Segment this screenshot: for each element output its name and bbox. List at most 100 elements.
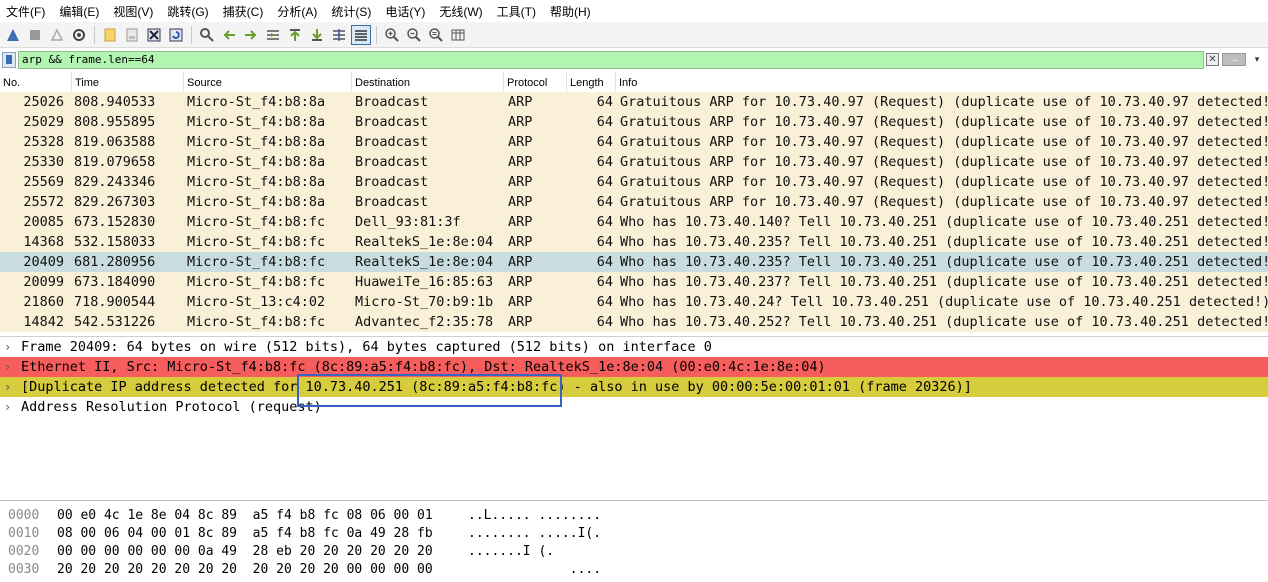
detail-tree-item[interactable]: › Ethernet II, Src: Micro-St_f4:b8:fc (8c… — [0, 357, 1268, 377]
hex-ascii[interactable]: ........ .....I(. — [468, 525, 601, 543]
menu-telephony[interactable]: 电话(Y) — [379, 3, 433, 20]
column-header-source[interactable]: Source — [184, 72, 352, 92]
packet-protocol: ARP — [508, 114, 533, 130]
packet-time: 673.184090 — [74, 274, 156, 290]
menu-statistics[interactable]: 统计(S) — [325, 3, 379, 20]
hex-bytes[interactable]: 20 20 20 20 20 20 20 20 20 20 20 20 00 0… — [57, 561, 433, 579]
packet-row[interactable]: 20085 673.152830 Micro-St_f4:b8:fc Dell_93:… — [0, 212, 1268, 232]
menu-edit[interactable]: 编辑(E) — [53, 3, 107, 20]
go-back-icon[interactable] — [219, 25, 239, 45]
column-header-info[interactable]: Info — [616, 72, 1268, 92]
packet-protocol: ARP — [508, 194, 533, 210]
menu-file[interactable]: 文件(F) — [0, 3, 53, 20]
hex-ascii[interactable]: .......I (. — [468, 543, 601, 561]
packet-length: 64 — [596, 174, 613, 190]
expand-arrow-icon[interactable]: › — [4, 357, 11, 377]
bookmark-icon[interactable] — [2, 52, 16, 68]
packet-row[interactable]: 20099 673.184090 Micro-St_f4:b8:fc HuaweiTe… — [0, 272, 1268, 292]
packet-row[interactable]: 25330 819.079658 Micro-St_f4:b8:8a Broadcas… — [0, 152, 1268, 172]
stop-capture-icon[interactable] — [25, 25, 45, 45]
menu-wireless[interactable]: 无线(W) — [433, 3, 490, 20]
packet-source: Micro-St_f4:b8:fc — [187, 214, 326, 230]
go-first-icon[interactable] — [285, 25, 305, 45]
column-header-destination[interactable]: Destination — [352, 72, 504, 92]
detail-tree-item[interactable]: › Address Resolution Protocol (request) — [0, 397, 1268, 417]
go-forward-icon[interactable] — [241, 25, 261, 45]
save-file-icon[interactable] — [122, 25, 142, 45]
column-header-no[interactable]: No. — [0, 72, 72, 92]
close-file-icon[interactable] — [144, 25, 164, 45]
menu-tools[interactable]: 工具(T) — [491, 3, 544, 20]
menu-help[interactable]: 帮助(H) — [544, 3, 599, 20]
capture-options-icon[interactable] — [69, 25, 89, 45]
display-filter-bar: arp && frame.len==64 ✕ → ▾ — [0, 50, 1268, 70]
filter-history-dropdown-icon[interactable]: ▾ — [1250, 53, 1264, 66]
packet-row[interactable]: 25328 819.063588 Micro-St_f4:b8:8a Broadcas… — [0, 132, 1268, 152]
colorize-icon[interactable] — [351, 24, 371, 45]
packet-destination: RealtekS_1e:8e:04 — [355, 234, 494, 250]
packet-length: 64 — [596, 94, 613, 110]
packet-number: 14368 — [23, 234, 64, 250]
packet-time: 808.955895 — [74, 114, 156, 130]
column-header-length[interactable]: Length — [567, 72, 616, 92]
packet-time: 718.900544 — [74, 294, 156, 310]
zoom-in-icon[interactable] — [382, 25, 402, 45]
packet-number: 25572 — [23, 194, 64, 210]
packet-length: 64 — [596, 214, 613, 230]
detail-tree-item[interactable]: › [Duplicate IP address detected for 10.7… — [0, 377, 1268, 397]
packet-time: 819.079658 — [74, 154, 156, 170]
packet-row[interactable]: 14368 532.158033 Micro-St_f4:b8:fc RealtekS… — [0, 232, 1268, 252]
packet-bytes-pane: 0000 00 e0 4c 1e 8e 04 8c 89 a5 f4 b8 fc … — [0, 500, 1268, 582]
packet-row[interactable]: 25569 829.243346 Micro-St_f4:b8:8a Broadcas… — [0, 172, 1268, 192]
open-file-icon[interactable] — [100, 25, 120, 45]
packet-number: 25029 — [23, 114, 64, 130]
auto-scroll-icon[interactable] — [329, 25, 349, 45]
menu-analyze[interactable]: 分析(A) — [271, 3, 325, 20]
packet-row[interactable]: 25572 829.267303 Micro-St_f4:b8:8a Broadcas… — [0, 192, 1268, 212]
annotation-highlight-box — [297, 374, 562, 407]
zoom-out-icon[interactable] — [404, 25, 424, 45]
resize-columns-icon[interactable] — [448, 25, 468, 45]
find-packet-icon[interactable] — [197, 25, 217, 45]
packet-row[interactable]: 25026 808.940533 Micro-St_f4:b8:8a Broadcas… — [0, 92, 1268, 112]
packet-length: 64 — [596, 114, 613, 130]
clear-filter-icon[interactable]: ✕ — [1206, 53, 1219, 66]
reload-file-icon[interactable] — [166, 25, 186, 45]
hex-bytes[interactable]: 00 00 00 00 00 00 0a 49 28 eb 20 20 20 2… — [57, 543, 433, 561]
packet-row[interactable]: 20409 681.280956 Micro-St_f4:b8:fc RealtekS… — [0, 252, 1268, 272]
hex-offset: 0030 — [8, 562, 40, 577]
go-to-packet-icon[interactable] — [263, 25, 283, 45]
packet-row[interactable]: 25029 808.955895 Micro-St_f4:b8:8a Broadcas… — [0, 112, 1268, 132]
packet-row[interactable]: 14842 542.531226 Micro-St_f4:b8:fc Advantec… — [0, 312, 1268, 332]
packet-source: Micro-St_f4:b8:8a — [187, 114, 326, 130]
expand-arrow-icon[interactable]: › — [4, 337, 11, 357]
expand-arrow-icon[interactable]: › — [4, 377, 11, 397]
hex-bytes[interactable]: 08 00 06 04 00 01 8c 89 a5 f4 b8 fc 0a 4… — [57, 525, 433, 543]
packet-time: 542.531226 — [74, 314, 156, 330]
packet-number: 25330 — [23, 154, 64, 170]
packet-protocol: ARP — [508, 94, 533, 110]
apply-filter-icon[interactable]: → — [1222, 53, 1246, 66]
menu-capture[interactable]: 捕获(C) — [217, 3, 272, 20]
restart-capture-icon[interactable] — [47, 25, 67, 45]
packet-row[interactable]: 21860 718.900544 Micro-St_13:c4:02 Micro-St… — [0, 292, 1268, 312]
hex-ascii[interactable]: .... — [468, 561, 601, 579]
zoom-reset-icon[interactable] — [426, 25, 446, 45]
hex-bytes[interactable]: 00 e0 4c 1e 8e 04 8c 89 a5 f4 b8 fc 08 0… — [57, 507, 433, 525]
display-filter-input[interactable]: arp && frame.len==64 — [18, 51, 1204, 69]
packet-info: Who has 10.73.40.24? Tell 10.73.40.251 (… — [620, 294, 1268, 310]
hex-ascii[interactable]: ..L..... ........ — [468, 507, 601, 525]
go-last-icon[interactable] — [307, 25, 327, 45]
packet-number: 14842 — [23, 314, 64, 330]
detail-tree-item[interactable]: › Frame 20409: 64 bytes on wire (512 bits… — [0, 337, 1268, 357]
menu-view[interactable]: 视图(V) — [107, 3, 161, 20]
start-capture-icon[interactable] — [3, 25, 23, 45]
column-header-protocol[interactable]: Protocol — [504, 72, 567, 92]
packet-source: Micro-St_13:c4:02 — [187, 294, 326, 310]
expand-arrow-icon[interactable]: › — [4, 397, 11, 417]
packet-info: Who has 10.73.40.237? Tell 10.73.40.251 … — [620, 274, 1268, 290]
menu-go[interactable]: 跳转(G) — [161, 3, 216, 20]
column-header-time[interactable]: Time — [72, 72, 184, 92]
packet-source: Micro-St_f4:b8:8a — [187, 174, 326, 190]
packet-length: 64 — [596, 274, 613, 290]
